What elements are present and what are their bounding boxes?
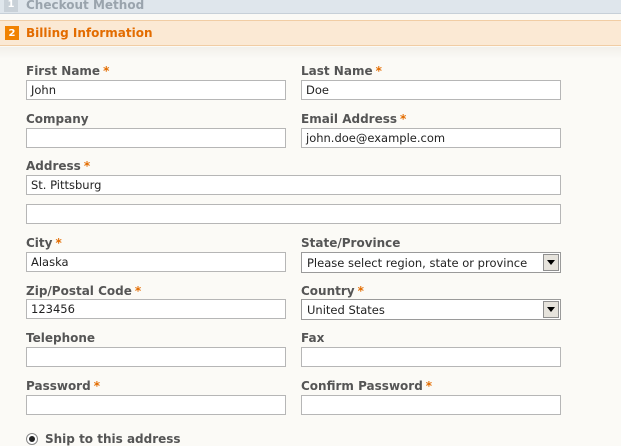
ship-to-this-address-option[interactable]: Ship to this address [26,432,181,446]
fax-input[interactable] [301,347,561,367]
dropdown-arrow-icon[interactable] [543,254,559,271]
ship-to-address-label: Ship to this address [45,432,181,446]
label-text: Address [26,159,81,173]
step-title: Checkout Method [26,0,145,12]
label-text: First Name [26,64,101,78]
confirm-password-input[interactable] [301,395,561,415]
zip-label: Zip/Postal Code * [26,284,141,298]
required-marker: * [425,379,433,393]
company-input[interactable] [26,128,286,148]
country-select[interactable]: United States [301,299,561,320]
label-text: Zip/Postal Code [26,284,132,298]
label-text: Password [26,379,91,393]
label-text: Email Address [301,112,398,126]
email-input[interactable]: john.doe@example.com [301,128,561,148]
address-line1-input[interactable]: St. Pittsburg [26,175,561,195]
required-marker: * [83,159,91,173]
telephone-label: Telephone [26,331,95,345]
required-marker: * [55,236,62,250]
last-name-label: Last Name * [301,64,382,78]
step-number-badge: 2 [5,26,19,40]
city-label: City * [26,236,62,250]
step-billing-information[interactable]: 2 Billing Information [0,20,621,46]
step-title: Billing Information [26,26,153,40]
required-marker: * [400,112,407,126]
radio-selected-dot [29,436,35,442]
label-text: Country [301,284,355,298]
company-label: Company [26,112,89,126]
selected-value: United States [307,303,385,317]
required-marker: * [357,284,364,298]
step-checkout-method[interactable]: 1 Checkout Method [0,0,621,14]
first-name-label: First Name * [26,64,109,78]
city-input[interactable]: Alaska [26,252,286,272]
label-text: City [26,236,53,250]
email-label: Email Address * [301,112,406,126]
dropdown-arrow-icon[interactable] [543,301,559,318]
required-marker: * [375,64,382,78]
required-marker: * [134,284,142,298]
label-text: Company [26,112,89,126]
label-text: Last Name [301,64,373,78]
telephone-input[interactable] [26,347,286,367]
label-text: Telephone [26,331,96,345]
label-text: Confirm Password [301,379,423,393]
country-label: Country * [301,284,364,298]
selected-value: Please select region, state or province [307,256,528,270]
fax-label: Fax [301,331,324,345]
label-text: State/Province [301,236,401,250]
state-select[interactable]: Please select region, state or province [301,252,561,273]
address-label: Address * [26,159,90,173]
ship-to-address-radio[interactable] [26,433,38,445]
confirm-password-label: Confirm Password * [301,379,432,393]
password-label: Password * [26,379,100,393]
required-marker: * [103,64,110,78]
zip-input[interactable]: 123456 [26,299,286,319]
address-line2-input[interactable] [26,204,561,224]
first-name-input[interactable]: John [26,80,286,100]
state-label: State/Province [301,236,400,250]
label-text: Fax [301,331,325,345]
password-input[interactable] [26,395,286,415]
last-name-input[interactable]: Doe [301,80,561,100]
required-marker: * [93,379,100,393]
step-number-badge: 1 [4,0,18,12]
